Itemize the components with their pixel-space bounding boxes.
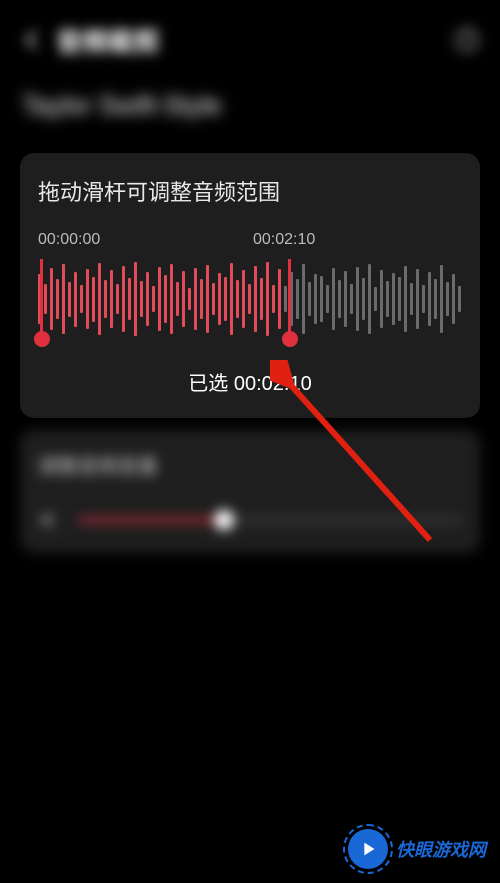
- time-labels-row: 00:00:00 00:02:10: [38, 231, 462, 251]
- page-title: 音频裁剪: [56, 22, 454, 59]
- selected-prefix: 已选: [188, 373, 234, 395]
- watermark-text: 快眼游戏网: [396, 836, 486, 862]
- trim-end-time: 00:02:10: [253, 231, 315, 249]
- watermark-icon: [348, 829, 388, 869]
- volume-fill: [78, 518, 224, 522]
- watermark: 快眼游戏网: [348, 829, 486, 869]
- back-icon[interactable]: [20, 28, 44, 52]
- trim-instruction: 拖动滑杆可调整音频范围: [38, 175, 462, 207]
- selected-time: 00:02:10: [234, 373, 312, 395]
- track-name: Taylor Swift-Style: [0, 70, 500, 141]
- audio-volume-card: 调整音频音量: [20, 430, 480, 553]
- info-icon[interactable]: [454, 27, 480, 53]
- trim-handle-left[interactable]: [34, 331, 50, 347]
- selected-duration: 已选 00:02:10: [38, 367, 462, 396]
- audio-trim-card: 拖动滑杆可调整音频范围 00:00:00 00:02:10 已选 00:02:1…: [20, 153, 480, 418]
- header-bar: 音频裁剪: [0, 0, 500, 70]
- volume-row: [38, 507, 462, 533]
- trim-handle-right[interactable]: [282, 331, 298, 347]
- volume-thumb[interactable]: [214, 510, 234, 530]
- speaker-icon: [38, 507, 64, 533]
- trim-start-time: 00:00:00: [38, 231, 100, 249]
- waveform-bars: [38, 259, 462, 339]
- volume-slider[interactable]: [78, 510, 462, 530]
- volume-title: 调整音频音量: [38, 450, 462, 479]
- waveform-trimmer[interactable]: [38, 259, 462, 339]
